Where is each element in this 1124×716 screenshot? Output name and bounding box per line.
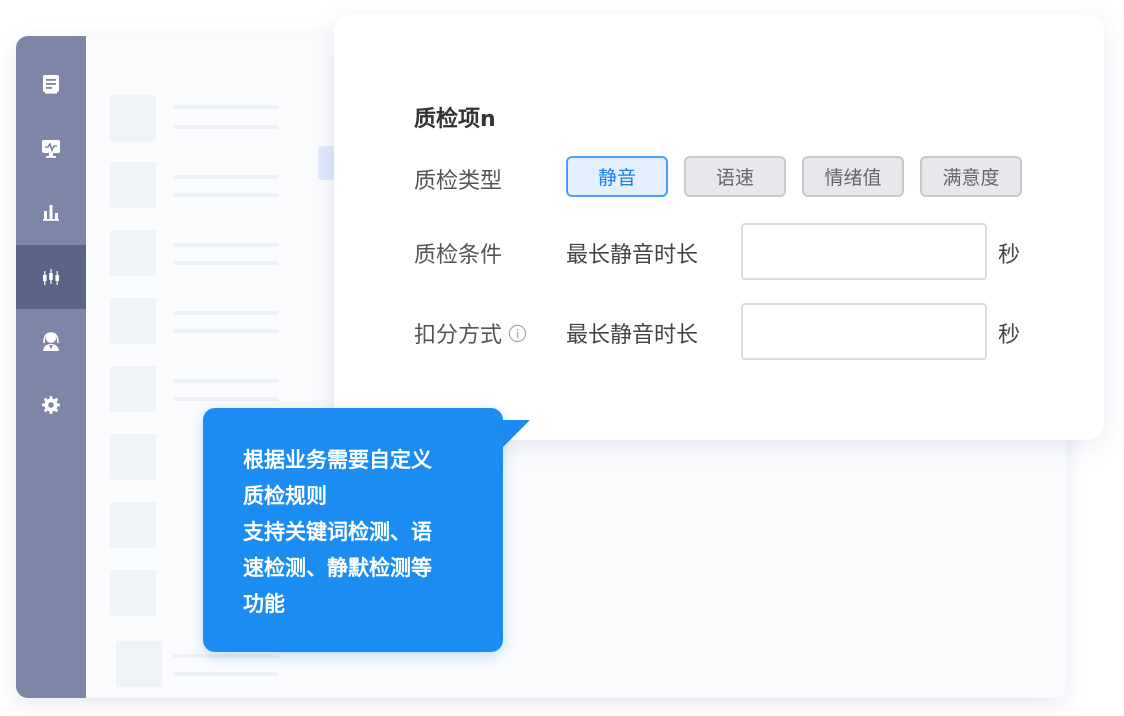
skeleton-line bbox=[173, 654, 279, 658]
condition-label: 质检条件 bbox=[414, 243, 503, 268]
monitor-icon bbox=[42, 140, 60, 158]
info-icon[interactable] bbox=[508, 324, 527, 343]
sidebar bbox=[16, 36, 86, 698]
stage: 质检项n 质检类型 静音 语速 情绪值 满意度 质检条件 最长静音时长 秒 扣分… bbox=[0, 0, 1124, 716]
skeleton-line bbox=[173, 193, 279, 197]
skeleton-line bbox=[173, 311, 279, 315]
skeleton-thumbnail bbox=[110, 162, 156, 208]
skeleton-line bbox=[173, 379, 279, 383]
deduction-text: 最长静音时长 bbox=[566, 323, 699, 348]
candlestick-icon bbox=[43, 269, 59, 285]
tooltip-line: 根据业务需要自定义 bbox=[243, 448, 432, 472]
sidebar-item-settings[interactable] bbox=[16, 373, 86, 437]
feature-tooltip: 根据业务需要自定义 质检规则 支持关键词检测、语 速检测、静默检测等 功能 bbox=[203, 408, 503, 652]
skeleton-thumbnail bbox=[116, 641, 162, 687]
skeleton-thumbnail bbox=[110, 570, 156, 616]
type-option-emotion[interactable]: 情绪值 bbox=[802, 156, 904, 197]
skeleton-thumbnail bbox=[110, 95, 156, 141]
skeleton-line bbox=[173, 243, 279, 247]
card-title: 质检项n bbox=[414, 107, 496, 132]
skeleton-thumbnail bbox=[110, 366, 156, 412]
sidebar-item-statistics[interactable] bbox=[16, 180, 86, 244]
skeleton-line bbox=[173, 125, 279, 129]
tooltip-line: 质检规则 bbox=[243, 484, 327, 508]
skeleton-line bbox=[173, 105, 279, 109]
tooltip-line: 功能 bbox=[243, 592, 285, 616]
sidebar-item-quality-check[interactable] bbox=[16, 245, 86, 309]
skeleton-thumbnail bbox=[110, 298, 156, 344]
skeleton-thumbnail bbox=[110, 502, 156, 548]
deduction-label: 扣分方式 bbox=[414, 323, 503, 348]
condition-text: 最长静音时长 bbox=[566, 243, 699, 268]
type-option-satisfaction[interactable]: 满意度 bbox=[920, 156, 1022, 197]
bar-chart-icon bbox=[43, 205, 59, 221]
skeleton-line bbox=[173, 261, 279, 265]
skeleton-line bbox=[173, 329, 279, 333]
sidebar-item-agents[interactable] bbox=[16, 309, 86, 373]
tooltip-line: 速检测、静默检测等 bbox=[243, 556, 432, 580]
condition-input[interactable] bbox=[741, 223, 987, 280]
skeleton-line bbox=[173, 175, 279, 179]
document-icon bbox=[43, 75, 59, 94]
agent-icon bbox=[43, 332, 59, 351]
condition-unit: 秒 bbox=[998, 243, 1021, 268]
type-option-speed[interactable]: 语速 bbox=[684, 156, 786, 197]
deduction-input[interactable] bbox=[741, 303, 987, 360]
sidebar-item-monitor[interactable] bbox=[16, 116, 86, 180]
skeleton-line bbox=[173, 397, 279, 401]
gear-icon bbox=[42, 396, 60, 414]
skeleton-thumbnail bbox=[110, 230, 156, 276]
skeleton-thumbnail bbox=[110, 434, 156, 480]
quality-check-card: 质检项n 质检类型 静音 语速 情绪值 满意度 质检条件 最长静音时长 秒 扣分… bbox=[334, 15, 1104, 440]
type-label: 质检类型 bbox=[414, 169, 503, 194]
deduction-unit: 秒 bbox=[998, 323, 1021, 348]
skeleton-line bbox=[173, 672, 279, 676]
sidebar-item-documents[interactable] bbox=[16, 52, 86, 116]
tooltip-line: 支持关键词检测、语 bbox=[243, 520, 432, 544]
type-option-silence[interactable]: 静音 bbox=[566, 156, 668, 197]
deduction-row-label: 扣分方式 bbox=[414, 317, 527, 349]
